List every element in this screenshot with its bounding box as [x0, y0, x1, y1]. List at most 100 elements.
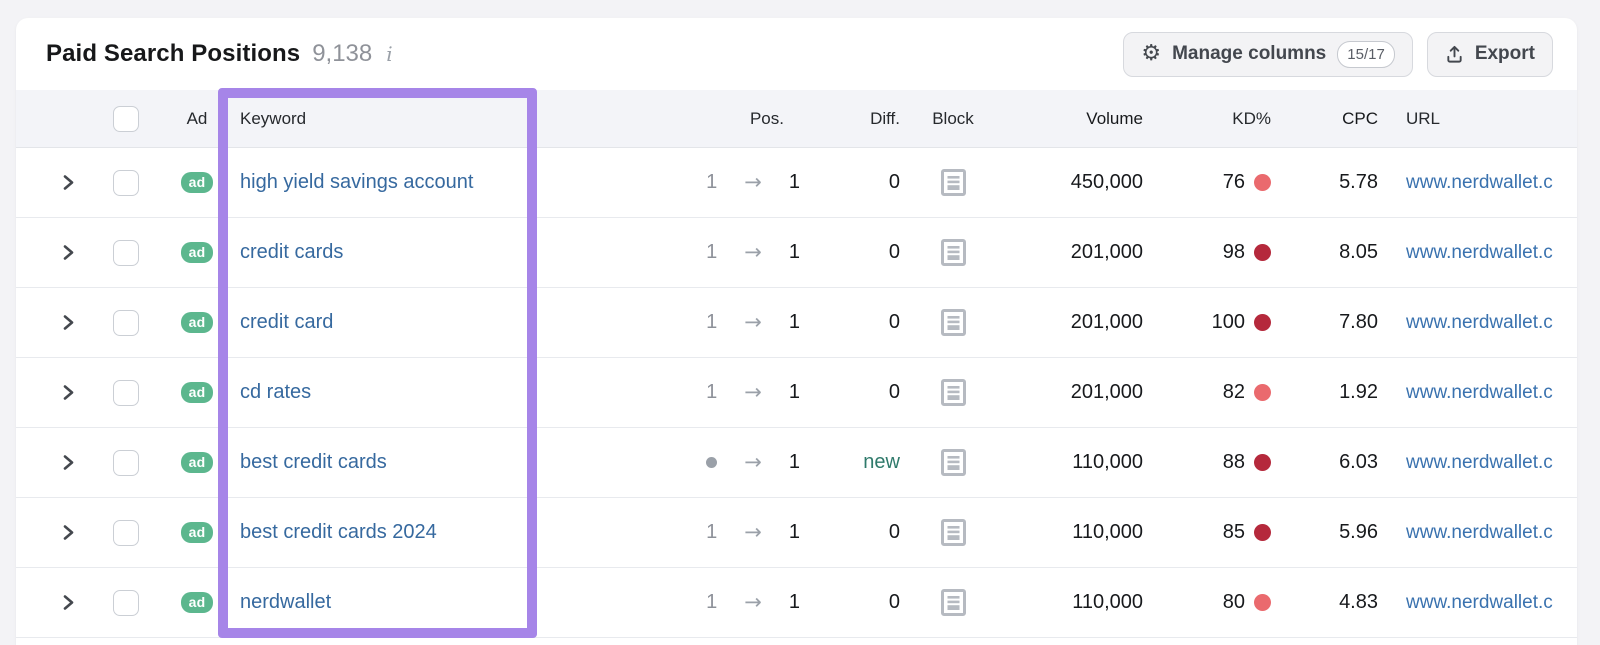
position-current: 1 [788, 451, 800, 473]
url-link[interactable]: www.nerdwallet.c [1406, 522, 1553, 544]
position-previous: 1 [706, 171, 718, 193]
export-icon [1445, 45, 1464, 64]
kd-value: 85 [1222, 521, 1245, 543]
url-link[interactable]: www.nerdwallet.c [1406, 312, 1553, 334]
kd-difficulty-dot [1254, 454, 1271, 471]
row-checkbox[interactable] [113, 589, 139, 616]
ad-badge: ad [180, 171, 214, 194]
row-checkbox[interactable] [113, 379, 139, 406]
diff-value: 0 [888, 311, 900, 333]
keyword-link[interactable]: best credit cards [240, 451, 387, 474]
row-checkbox[interactable] [113, 239, 139, 266]
position-current: 1 [788, 311, 800, 333]
position-previous [706, 457, 718, 468]
url-link[interactable]: www.nerdwallet.c [1406, 242, 1553, 264]
position-previous: 1 [706, 591, 718, 613]
keyword-link[interactable]: credit card [240, 311, 333, 334]
volume-value: 201,000 [1070, 381, 1143, 403]
url-link[interactable]: www.nerdwallet.c [1406, 172, 1553, 194]
ad-block-icon[interactable] [940, 169, 966, 196]
table-row: ad credit card 1 → 1 0 201,000 100 7.80 … [16, 288, 1577, 358]
expand-chevron-icon[interactable] [62, 384, 75, 401]
table-row: ad cd rates 1 → 1 0 201,000 82 1.92 www.… [16, 358, 1577, 428]
arrow-right-icon: → [744, 170, 762, 194]
table-row: ad best credit cards 2024 1 → 1 0 110,00… [16, 498, 1577, 568]
keyword-link[interactable]: high yield savings account [240, 171, 473, 194]
ad-badge: ad [180, 241, 214, 264]
row-checkbox[interactable] [113, 309, 139, 336]
expand-chevron-icon[interactable] [62, 454, 75, 471]
ad-block-icon[interactable] [940, 239, 966, 266]
expand-chevron-icon[interactable] [62, 314, 75, 331]
page-title: Paid Search Positions [46, 40, 301, 67]
ad-block-icon[interactable] [940, 309, 966, 336]
arrow-right-icon: → [744, 380, 762, 404]
export-button[interactable]: Export [1426, 31, 1553, 77]
ad-block-icon[interactable] [940, 519, 966, 546]
info-icon[interactable]: i [384, 42, 394, 66]
diff-value: new [863, 451, 900, 473]
position-previous: 1 [706, 241, 718, 263]
volume-value: 201,000 [1070, 241, 1143, 263]
volume-value: 201,000 [1070, 311, 1143, 333]
expand-chevron-icon[interactable] [62, 174, 75, 191]
kd-difficulty-dot [1254, 384, 1271, 401]
diff-value: 0 [888, 241, 900, 263]
keyword-link[interactable]: best credit cards 2024 [240, 521, 437, 544]
kd-value: 82 [1222, 381, 1245, 403]
gear-icon: ⚙ [1141, 41, 1162, 66]
kd-value: 88 [1222, 451, 1245, 473]
position-current: 1 [788, 241, 800, 263]
url-link[interactable]: www.nerdwallet.c [1406, 382, 1553, 404]
url-link[interactable]: www.nerdwallet.c [1406, 452, 1553, 474]
volume-value: 110,000 [1072, 451, 1143, 473]
arrow-right-icon: → [744, 520, 762, 544]
volume-value: 110,000 [1072, 591, 1143, 613]
kd-difficulty-dot [1254, 244, 1271, 261]
kd-value: 100 [1211, 311, 1245, 333]
ad-block-icon[interactable] [940, 379, 966, 406]
table-row: ad best credit cards → 1 new 110,000 88 … [16, 428, 1577, 498]
url-link[interactable]: www.nerdwallet.c [1406, 592, 1553, 614]
manage-columns-button[interactable]: ⚙ Manage columns 15/17 [1123, 31, 1413, 77]
position-previous: 1 [706, 521, 718, 543]
export-label: Export [1474, 43, 1535, 64]
keyword-link[interactable]: cd rates [240, 381, 311, 404]
column-header-volume[interactable]: Volume [1086, 109, 1143, 129]
select-all-checkbox[interactable] [113, 105, 139, 132]
arrow-right-icon: → [744, 240, 762, 264]
column-header-pos[interactable]: Pos. [750, 109, 784, 129]
cpc-value: 5.96 [1339, 521, 1378, 543]
column-header-url: URL [1406, 108, 1441, 128]
column-header-kd[interactable]: KD% [1232, 109, 1271, 129]
keyword-link[interactable]: credit cards [240, 241, 343, 264]
kd-value: 80 [1222, 591, 1245, 613]
cpc-value: 7.80 [1339, 311, 1378, 333]
expand-chevron-icon[interactable] [62, 524, 75, 541]
kd-value: 76 [1222, 171, 1245, 193]
volume-value: 110,000 [1072, 521, 1143, 543]
position-current: 1 [788, 591, 800, 613]
cpc-value: 8.05 [1339, 241, 1378, 263]
row-checkbox[interactable] [113, 449, 139, 476]
ad-block-icon[interactable] [940, 589, 966, 616]
kd-difficulty-dot [1254, 174, 1271, 191]
total-count: 9,138 [312, 40, 373, 67]
row-checkbox[interactable] [113, 169, 139, 196]
keyword-link[interactable]: nerdwallet [240, 591, 331, 614]
toolbar: ⚙ Manage columns 15/17 Export [1123, 31, 1553, 77]
column-header-cpc[interactable]: CPC [1342, 109, 1378, 129]
row-checkbox[interactable] [113, 519, 139, 546]
position-previous: 1 [706, 381, 718, 403]
cpc-value: 4.83 [1339, 591, 1378, 613]
expand-chevron-icon[interactable] [62, 244, 75, 261]
column-header-diff[interactable]: Diff. [870, 109, 900, 129]
expand-chevron-icon[interactable] [62, 594, 75, 611]
ad-block-icon[interactable] [940, 449, 966, 476]
diff-value: 0 [888, 381, 900, 403]
ad-badge: ad [180, 451, 214, 474]
table-row: ad credit cards 1 → 1 0 201,000 98 8.05 … [16, 218, 1577, 288]
column-header-ad: Ad [186, 108, 208, 128]
table-header-row: Ad Keyword Pos. Diff. Block Volume KD% C… [16, 90, 1577, 148]
table-row: ad high yield savings account 1 → 1 0 45… [16, 148, 1577, 218]
